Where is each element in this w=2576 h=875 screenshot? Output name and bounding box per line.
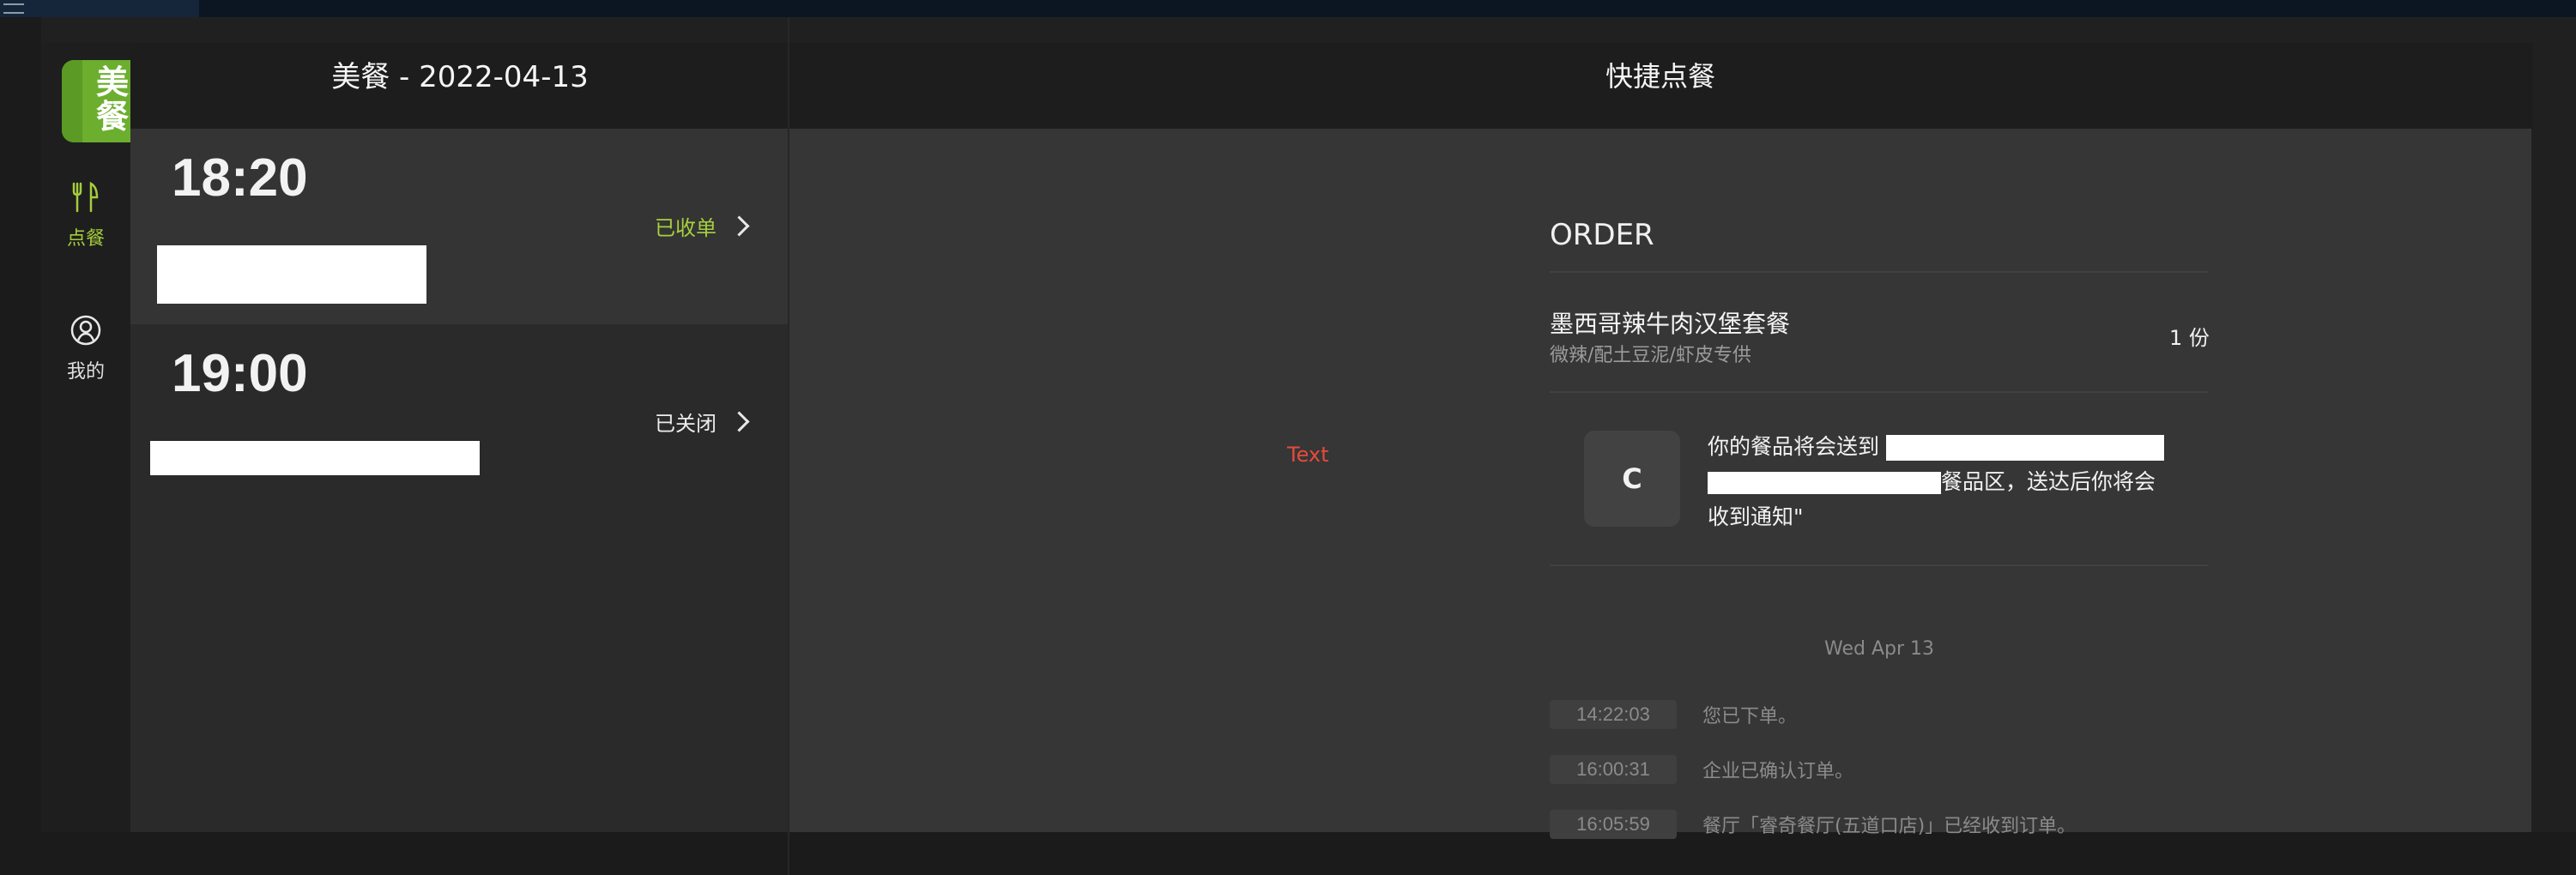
- timeline-row: 14:22:03 您已下单。: [1550, 700, 1797, 729]
- dish-quantity: 1 份: [2169, 326, 2210, 350]
- status-label: 已收单: [655, 216, 717, 240]
- order-time: 18:20: [172, 148, 308, 208]
- timeline-time: 16:05:59: [1550, 810, 1677, 839]
- status-label: 已关闭: [655, 412, 717, 436]
- window-tab[interactable]: [0, 0, 199, 17]
- order-section-title: ORDER: [1550, 218, 1654, 252]
- fork-knife-icon: [72, 181, 99, 213]
- chevron-right-icon: [729, 215, 750, 237]
- order-list: 18:20 已收单 19:00 已关闭: [130, 129, 788, 832]
- redacted-block: [1708, 472, 1941, 494]
- dish-description: 微辣/配土豆泥/虾皮专供: [1550, 345, 1751, 366]
- menu-icon[interactable]: [3, 3, 24, 14]
- delivery-message: 你的餐品将会送到 餐品区，送达后你将会 收到通知": [1708, 429, 2188, 534]
- redacted-block: [157, 245, 426, 304]
- avatar: C: [1584, 431, 1680, 527]
- timeline-text: 餐厅「睿奇餐厅(五道口店)」已经收到订单。: [1702, 816, 2077, 837]
- message-line: 餐品区，送达后你将会: [1708, 464, 2188, 499]
- user-icon: [70, 315, 101, 346]
- redacted-block: [150, 441, 480, 475]
- window-frame-left: [0, 17, 41, 875]
- timeline-time: 14:22:03: [1550, 700, 1677, 729]
- window-frame-bottom: [0, 832, 2576, 875]
- window-top-bar: [0, 0, 2576, 17]
- timeline-row: 16:05:59 餐厅「睿奇餐厅(五道口店)」已经收到订单。: [1550, 810, 2076, 839]
- sidebar-item-label: 我的: [66, 361, 105, 383]
- divider: [1550, 271, 2209, 273]
- order-list-title: 美餐 - 2022-04-13: [331, 60, 589, 94]
- redacted-block: [1885, 435, 2164, 461]
- timeline-row: 16:00:31 企业已确认订单。: [1550, 755, 1853, 784]
- dish-name: 墨西哥辣牛肉汉堡套餐: [1550, 310, 1791, 338]
- sidebar: 美 餐 点餐 我的: [41, 43, 144, 832]
- timeline-text: 企业已确认订单。: [1702, 761, 1854, 782]
- chevron-right-icon: [729, 411, 750, 432]
- sidebar-item-order[interactable]: 点餐: [41, 180, 130, 250]
- list-item[interactable]: 19:00 已关闭: [130, 324, 788, 520]
- order-status: 已关闭: [655, 407, 750, 437]
- divider: [1550, 391, 2209, 393]
- order-time: 19:00: [172, 344, 308, 403]
- placeholder-text: Text: [1287, 443, 1329, 467]
- date-label: Wed Apr 13: [1823, 638, 1934, 660]
- sidebar-item-label: 点餐: [66, 228, 105, 250]
- order-status: 已收单: [655, 211, 750, 241]
- detail-title: 快捷点餐: [1605, 60, 1715, 93]
- logo-stripe: [62, 60, 82, 142]
- timeline-time: 16:00:31: [1550, 755, 1677, 784]
- timeline-text: 您已下单。: [1702, 706, 1798, 727]
- divider: [1550, 564, 2209, 566]
- list-item[interactable]: 18:20 已收单: [130, 129, 788, 324]
- message-line: 收到通知": [1708, 504, 1804, 529]
- message-line: 你的餐品将会送到: [1708, 429, 2188, 464]
- sidebar-item-mine[interactable]: 我的: [41, 313, 130, 383]
